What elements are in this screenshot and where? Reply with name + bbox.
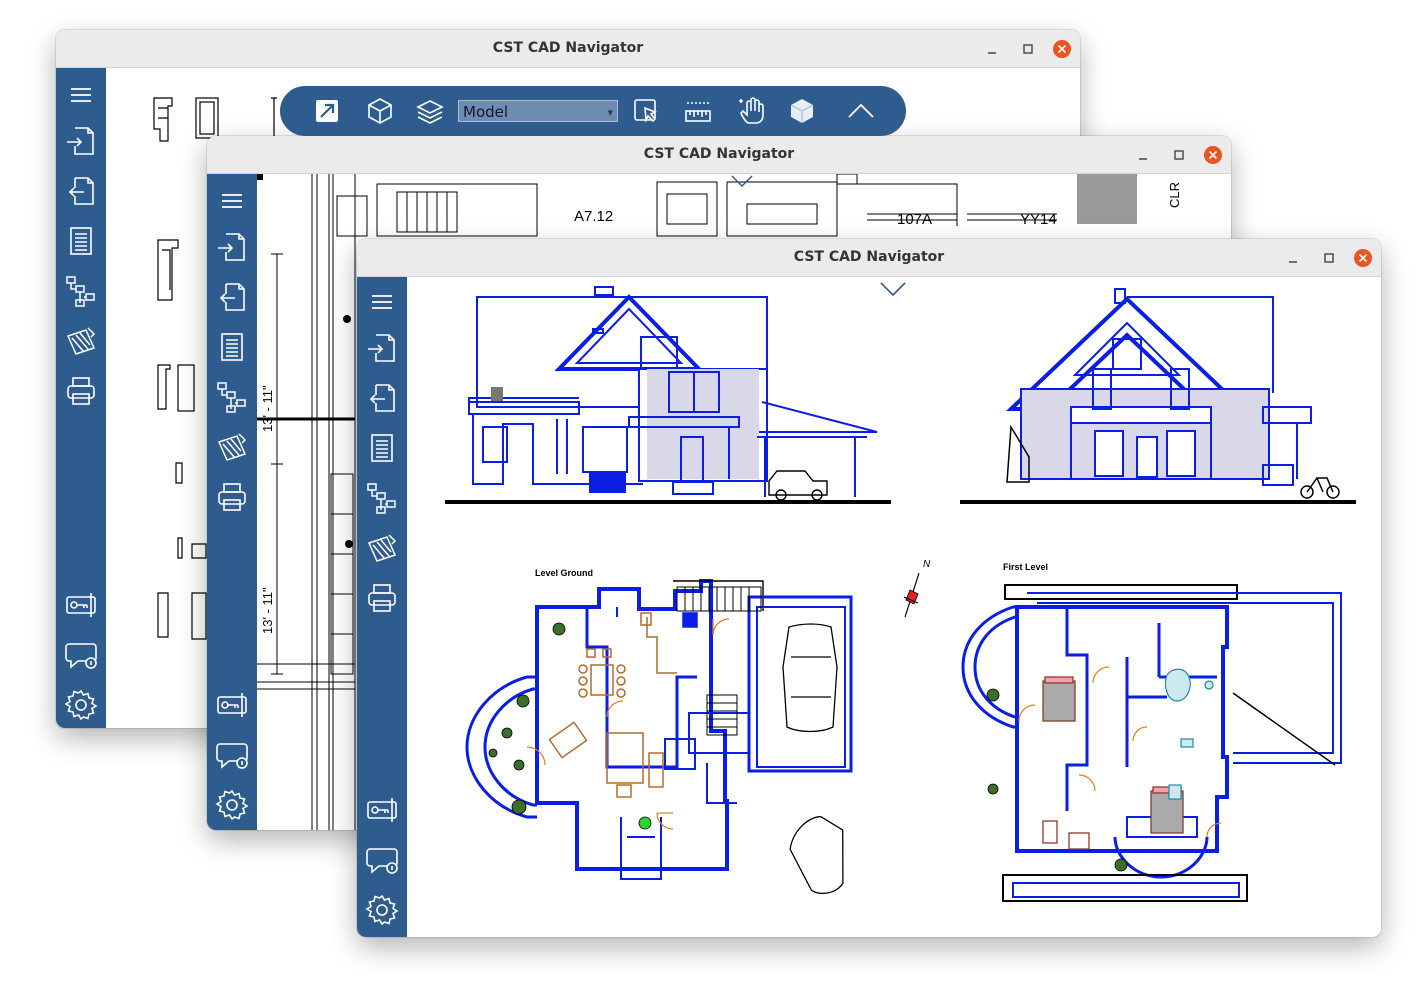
license-key-icon[interactable]	[365, 793, 399, 827]
tag-label: YY14	[1020, 211, 1057, 228]
feedback-icon[interactable]	[64, 638, 98, 672]
minimize-button[interactable]	[982, 39, 1002, 59]
markup-icon[interactable]	[64, 324, 98, 358]
import-icon[interactable]	[64, 174, 98, 208]
print-icon[interactable]	[365, 581, 399, 615]
floating-toolbar: Model ▾	[280, 86, 906, 136]
bathroom-fixture-icon	[1164, 668, 1214, 800]
markup-icon[interactable]	[365, 531, 399, 565]
feedback-icon[interactable]	[215, 738, 249, 772]
tag-label: 107A	[897, 211, 932, 228]
north-arrow-icon: N	[903, 559, 931, 618]
layers-tree-icon[interactable]	[365, 481, 399, 515]
house-plan-drawing: Level Ground First Level N	[445, 282, 1356, 902]
minimize-button[interactable]	[1283, 248, 1303, 268]
maximize-button[interactable]	[1169, 145, 1189, 165]
layers-icon[interactable]	[414, 95, 446, 127]
window-front: CST CAD Navigator Level Ground First Lev…	[357, 239, 1381, 937]
bicycle-icon	[1300, 477, 1340, 499]
window-title: CST CAD Navigator	[492, 40, 644, 56]
open-file-icon[interactable]	[64, 124, 98, 158]
select-entity-icon[interactable]	[630, 95, 662, 127]
close-button[interactable]	[1353, 248, 1373, 268]
sidebar	[207, 174, 257, 830]
print-icon[interactable]	[64, 374, 98, 408]
title-bar[interactable]: CST CAD Navigator	[56, 30, 1080, 68]
chevron-down-icon: ▾	[607, 106, 613, 119]
feedback-icon[interactable]	[365, 843, 399, 877]
dimension-label: 13' - 11"	[260, 385, 275, 432]
open-file-icon[interactable]	[365, 331, 399, 365]
view-mode-value: Model	[463, 103, 509, 121]
document-icon[interactable]	[215, 330, 249, 364]
import-icon[interactable]	[365, 381, 399, 415]
settings-icon[interactable]	[64, 688, 98, 722]
menu-icon[interactable]	[64, 78, 98, 112]
import-icon[interactable]	[215, 280, 249, 314]
title-bar[interactable]: CST CAD Navigator	[357, 239, 1381, 277]
measure-icon[interactable]	[682, 95, 714, 127]
first-floor-plan	[961, 584, 1342, 902]
layers-tree-icon[interactable]	[64, 274, 98, 308]
3d-view-icon[interactable]	[364, 95, 396, 127]
window-title: CST CAD Navigator	[643, 146, 795, 162]
menu-icon[interactable]	[215, 184, 249, 218]
settings-icon[interactable]	[215, 788, 249, 822]
drawing-canvas[interactable]: Level Ground First Level N	[407, 277, 1381, 937]
collapse-toolbar-icon[interactable]	[845, 95, 877, 127]
furniture-icon	[1042, 676, 1184, 850]
maximize-button[interactable]	[1018, 39, 1038, 59]
document-icon[interactable]	[365, 431, 399, 465]
print-icon[interactable]	[215, 480, 249, 514]
zoom-extents-icon[interactable]	[311, 95, 343, 127]
open-file-icon[interactable]	[215, 230, 249, 264]
dimension-label: 13' - 11"	[260, 587, 275, 634]
first-level-label: First Level	[1003, 562, 1048, 572]
sidebar	[357, 277, 407, 937]
layers-tree-icon[interactable]	[215, 380, 249, 414]
minimize-button[interactable]	[1133, 145, 1153, 165]
side-elevation	[960, 288, 1356, 504]
window-title: CST CAD Navigator	[793, 249, 945, 265]
menu-icon[interactable]	[365, 285, 399, 319]
view-mode-select[interactable]: Model ▾	[458, 100, 618, 122]
level-ground-label: Level Ground	[535, 568, 593, 578]
expand-toolbar-icon	[880, 282, 906, 297]
document-icon[interactable]	[64, 224, 98, 258]
car-icon	[768, 470, 828, 501]
settings-icon[interactable]	[365, 893, 399, 927]
front-elevation	[445, 286, 891, 504]
license-key-icon[interactable]	[215, 688, 249, 722]
pan-hand-icon[interactable]	[736, 95, 768, 127]
tag-label: CLR	[1167, 182, 1182, 208]
license-key-icon[interactable]	[64, 588, 98, 622]
north-label: N	[923, 559, 931, 570]
maximize-button[interactable]	[1319, 248, 1339, 268]
markup-icon[interactable]	[215, 430, 249, 464]
title-bar[interactable]: CST CAD Navigator	[207, 136, 1231, 174]
solid-view-icon[interactable]	[786, 95, 818, 127]
sidebar	[56, 68, 106, 728]
close-button[interactable]	[1052, 39, 1072, 59]
tag-label: A7.12	[574, 208, 613, 225]
close-button[interactable]	[1203, 145, 1223, 165]
